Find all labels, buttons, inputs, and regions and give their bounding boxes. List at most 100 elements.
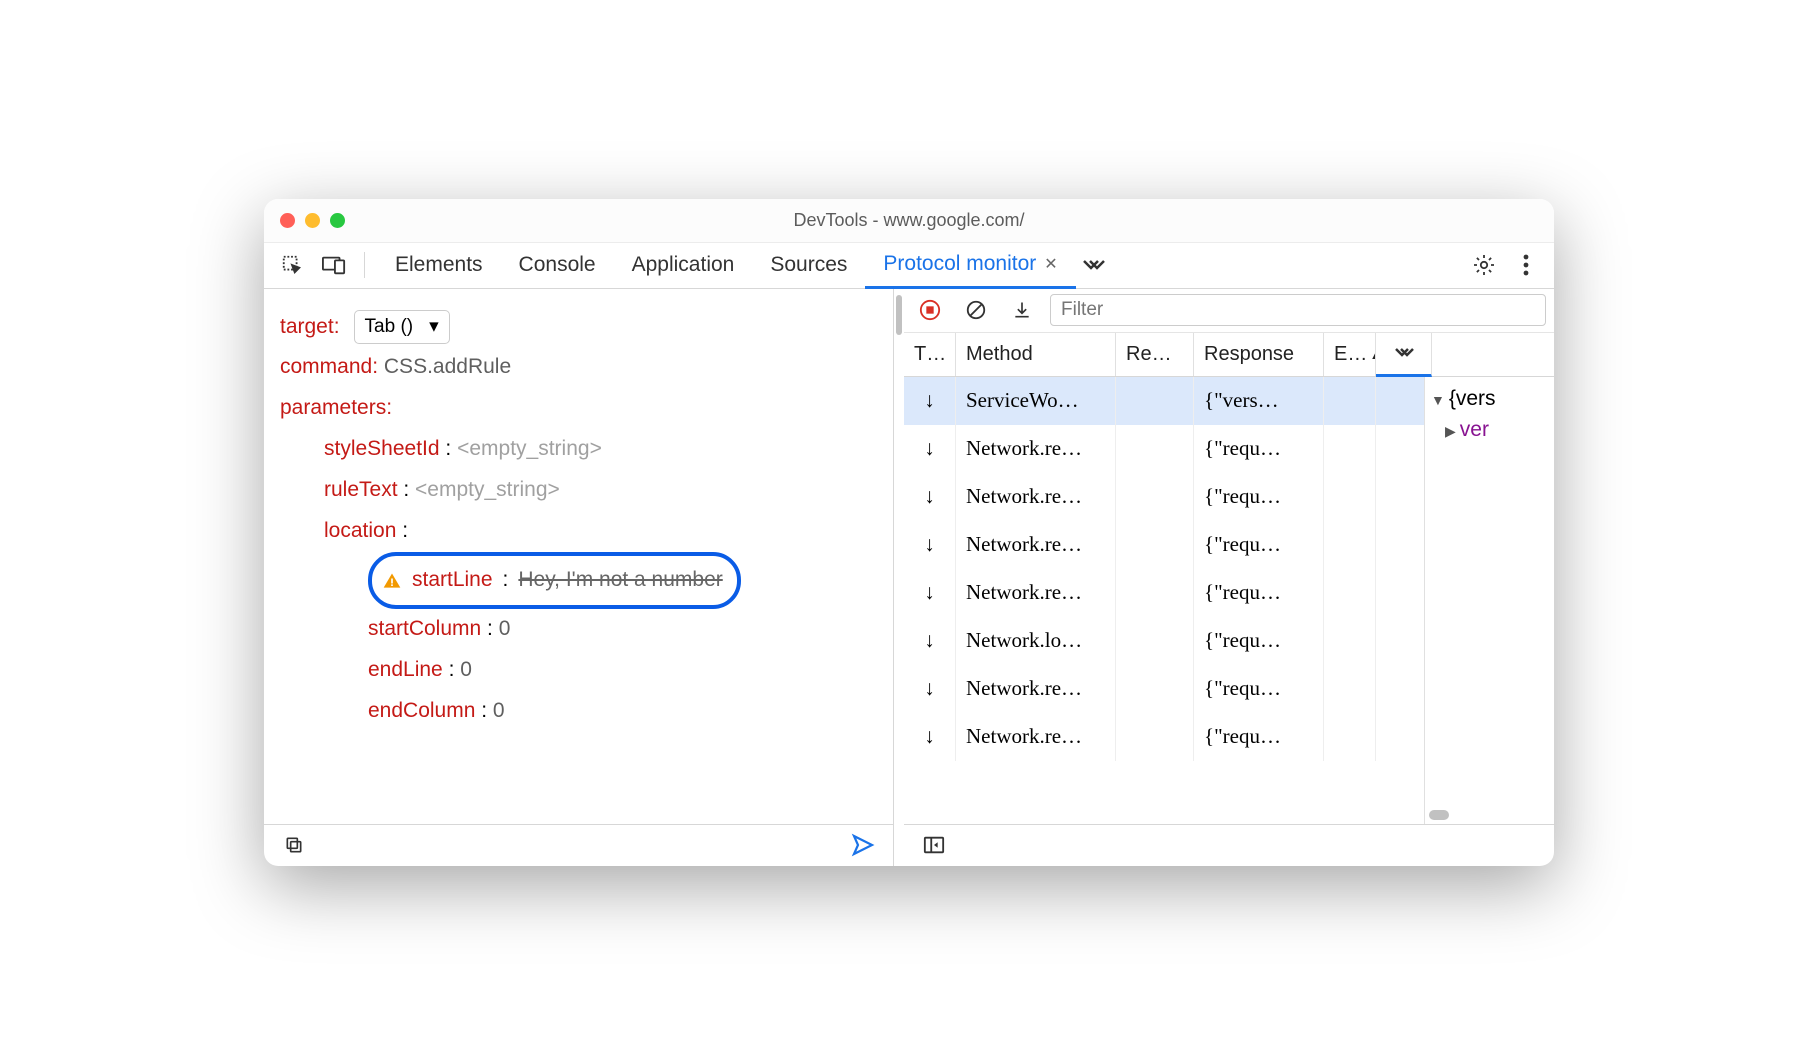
param-key: location bbox=[324, 519, 396, 542]
tree-expand-icon[interactable]: ▶ bbox=[1445, 423, 1456, 439]
param-value[interactable]: <empty_string> bbox=[415, 478, 560, 501]
target-label: target: bbox=[280, 307, 340, 348]
log-toolbar bbox=[904, 289, 1554, 333]
tab-console[interactable]: Console bbox=[501, 242, 614, 288]
table-row[interactable]: ↓Network.re…{"requ… bbox=[904, 473, 1424, 521]
col-type[interactable]: T… bbox=[904, 333, 956, 376]
close-window-icon[interactable] bbox=[280, 213, 295, 228]
tab-label: Protocol monitor bbox=[883, 252, 1036, 276]
row-direction: ↓ bbox=[904, 377, 956, 425]
editor-footer bbox=[264, 824, 893, 866]
col-elapsed[interactable]: E…▲ bbox=[1324, 333, 1376, 376]
row-elapsed bbox=[1324, 617, 1376, 665]
tree-root: {vers bbox=[1449, 387, 1496, 410]
row-elapsed bbox=[1324, 425, 1376, 473]
row-response: {"requ… bbox=[1194, 425, 1324, 473]
command-editor[interactable]: target: Tab () ▾ command: CSS.addRule pa… bbox=[264, 289, 893, 824]
tab-protocol-monitor[interactable]: Protocol monitor ✕ bbox=[865, 243, 1075, 289]
table-row[interactable]: ↓Network.re… {"requ… bbox=[904, 713, 1424, 761]
tab-application[interactable]: Application bbox=[614, 242, 753, 288]
chevron-down-icon: ▾ bbox=[429, 308, 439, 345]
divider bbox=[364, 252, 365, 278]
table-row[interactable]: ↓Network.lo… {"requ… bbox=[904, 617, 1424, 665]
invalid-value[interactable]: Hey, I'm not a number bbox=[518, 560, 722, 601]
download-icon[interactable] bbox=[1004, 292, 1040, 328]
row-response: {"vers… bbox=[1194, 377, 1324, 425]
param-value[interactable]: 0 bbox=[499, 617, 511, 640]
toggle-sidebar-icon[interactable] bbox=[916, 827, 952, 863]
row-request bbox=[1116, 617, 1194, 665]
tab-elements[interactable]: Elements bbox=[377, 242, 501, 288]
tree-expand-icon[interactable]: ▼ bbox=[1431, 392, 1445, 408]
row-request bbox=[1116, 713, 1194, 761]
col-request[interactable]: Re… bbox=[1116, 333, 1194, 376]
warning-icon bbox=[382, 571, 402, 591]
copy-icon[interactable] bbox=[276, 827, 312, 863]
row-direction: ↓ bbox=[904, 713, 956, 761]
maximize-window-icon[interactable] bbox=[330, 213, 345, 228]
row-response: {"requ… bbox=[1194, 521, 1324, 569]
param-value[interactable]: 0 bbox=[460, 658, 472, 681]
inspect-element-icon[interactable] bbox=[274, 247, 310, 283]
param-key: styleSheetId bbox=[324, 437, 440, 460]
col-method[interactable]: Method bbox=[956, 333, 1116, 376]
table-row[interactable]: ↓ServiceWo… {"vers… bbox=[904, 377, 1424, 425]
protocol-log-pane: T… Method Re… Response E…▲ ↓ServiceWo…{"… bbox=[904, 289, 1554, 866]
tree-key: ver bbox=[1460, 418, 1489, 441]
row-request bbox=[1116, 425, 1194, 473]
more-options-icon[interactable] bbox=[1508, 247, 1544, 283]
row-direction: ↓ bbox=[904, 569, 956, 617]
traffic-lights bbox=[280, 213, 345, 228]
clear-icon[interactable] bbox=[958, 292, 994, 328]
target-value: Tab () bbox=[365, 308, 414, 345]
error-highlight: startLine : Hey, I'm not a number bbox=[368, 552, 741, 609]
more-tabs-icon[interactable] bbox=[1076, 247, 1112, 283]
send-button[interactable] bbox=[845, 827, 881, 863]
row-method: Network.lo… bbox=[956, 617, 1116, 665]
row-direction: ↓ bbox=[904, 521, 956, 569]
param-key: ruleText bbox=[324, 478, 398, 501]
titlebar: DevTools - www.google.com/ bbox=[264, 199, 1554, 243]
row-request bbox=[1116, 521, 1194, 569]
row-request bbox=[1116, 473, 1194, 521]
row-response: {"requ… bbox=[1194, 713, 1324, 761]
row-elapsed bbox=[1324, 665, 1376, 713]
param-value[interactable]: 0 bbox=[493, 699, 505, 722]
row-method: Network.re… bbox=[956, 425, 1116, 473]
param-value[interactable]: <empty_string> bbox=[457, 437, 602, 460]
close-tab-icon[interactable]: ✕ bbox=[1044, 254, 1057, 274]
response-detail-pane[interactable]: ▼{vers ▶ver bbox=[1424, 377, 1554, 824]
panel-tabs: Elements Console Application Sources Pro… bbox=[377, 243, 1112, 288]
splitter-handle[interactable] bbox=[896, 295, 902, 335]
scrollbar-horizontal[interactable] bbox=[1429, 810, 1449, 820]
settings-icon[interactable] bbox=[1466, 247, 1502, 283]
row-elapsed bbox=[1324, 569, 1376, 617]
row-elapsed bbox=[1324, 377, 1376, 425]
target-select[interactable]: Tab () ▾ bbox=[354, 310, 450, 344]
row-method: ServiceWo… bbox=[956, 377, 1116, 425]
row-direction: ↓ bbox=[904, 473, 956, 521]
row-method: Network.re… bbox=[956, 713, 1116, 761]
row-elapsed bbox=[1324, 521, 1376, 569]
row-response: {"requ… bbox=[1194, 617, 1324, 665]
row-method: Network.re… bbox=[956, 521, 1116, 569]
row-request bbox=[1116, 569, 1194, 617]
device-toolbar-icon[interactable] bbox=[316, 247, 352, 283]
table-row[interactable]: ↓Network.re… {"requ… bbox=[904, 521, 1424, 569]
more-cols-icon[interactable] bbox=[1376, 333, 1432, 377]
table-row[interactable]: ↓Network.re…{"requ… bbox=[904, 425, 1424, 473]
parameters-label: parameters: bbox=[280, 396, 392, 419]
row-direction: ↓ bbox=[904, 617, 956, 665]
record-icon[interactable] bbox=[912, 292, 948, 328]
table-row[interactable]: ↓Network.re…{"requ… bbox=[904, 665, 1424, 713]
param-key: startColumn bbox=[368, 617, 481, 640]
pane-splitter[interactable] bbox=[894, 289, 904, 866]
tab-sources[interactable]: Sources bbox=[752, 242, 865, 288]
filter-input[interactable] bbox=[1050, 294, 1546, 326]
col-response[interactable]: Response bbox=[1194, 333, 1324, 376]
command-editor-pane: target: Tab () ▾ command: CSS.addRule pa… bbox=[264, 289, 894, 866]
table-row[interactable]: ↓Network.re…{"requ… bbox=[904, 569, 1424, 617]
minimize-window-icon[interactable] bbox=[305, 213, 320, 228]
row-response: {"requ… bbox=[1194, 665, 1324, 713]
row-method: Network.re… bbox=[956, 473, 1116, 521]
